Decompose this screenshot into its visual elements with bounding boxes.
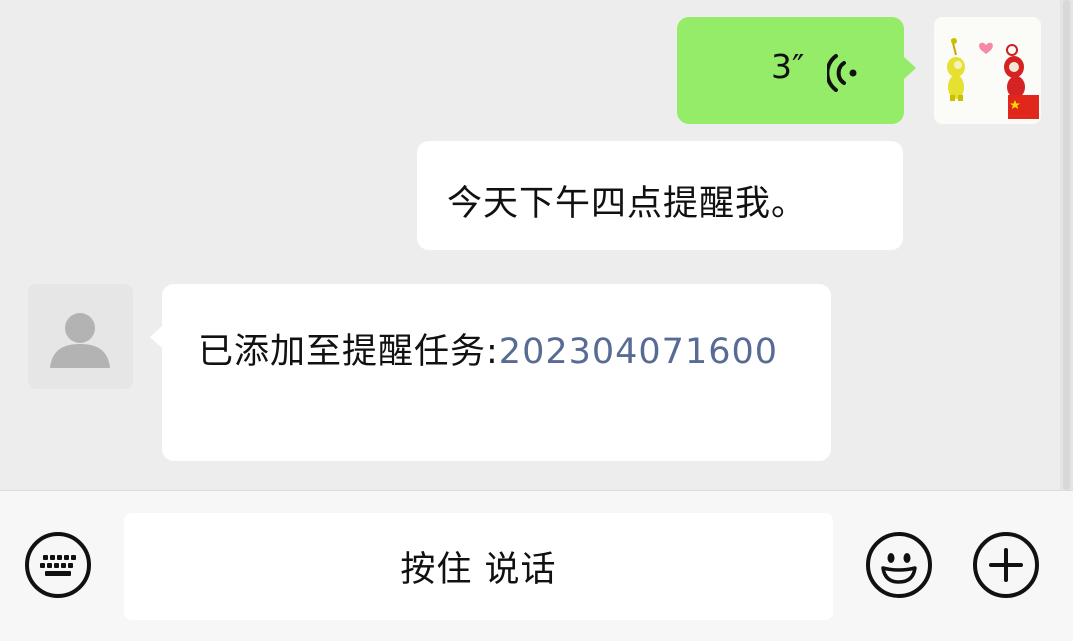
message-text: 已添加至提醒任务:202304071600 [198, 318, 808, 386]
voice-message-bubble[interactable]: 3″ [677, 17, 916, 124]
bubble-tail [904, 57, 916, 79]
emoji-icon [881, 553, 917, 584]
default-avatar-icon [50, 313, 110, 368]
voice-duration: 3″ [771, 47, 805, 86]
bubble-tail [150, 326, 162, 348]
plus-icon [989, 548, 1023, 582]
message-text: 今天下午四点提醒我。 [447, 184, 808, 224]
voice-wave-icon [825, 53, 861, 97]
my-avatar[interactable] [934, 17, 1041, 124]
more-actions-button[interactable] [973, 532, 1039, 598]
scrollbar-thumb[interactable] [1063, 0, 1070, 490]
keyboard-toggle-button[interactable] [25, 532, 91, 598]
scrollbar[interactable] [1060, 0, 1073, 490]
reminder-confirmation-text: 已添加至提醒任务: [198, 332, 499, 372]
contact-avatar[interactable] [28, 284, 133, 389]
reminder-time-link[interactable]: 202304071600 [499, 332, 778, 372]
emoji-button[interactable] [866, 532, 932, 598]
received-text-bubble[interactable]: 已添加至提醒任务:202304071600 [150, 284, 831, 461]
keyboard-icon [40, 555, 76, 576]
input-bar: 按住 说话 [0, 490, 1073, 641]
hold-to-talk-button[interactable]: 按住 说话 [124, 513, 833, 620]
sent-text-bubble[interactable]: 今天下午四点提醒我。 [417, 141, 903, 250]
chat-area[interactable]: 3″ 今天下午四点提醒我。 已添加至提醒任务:202304071600 [0, 0, 1060, 490]
